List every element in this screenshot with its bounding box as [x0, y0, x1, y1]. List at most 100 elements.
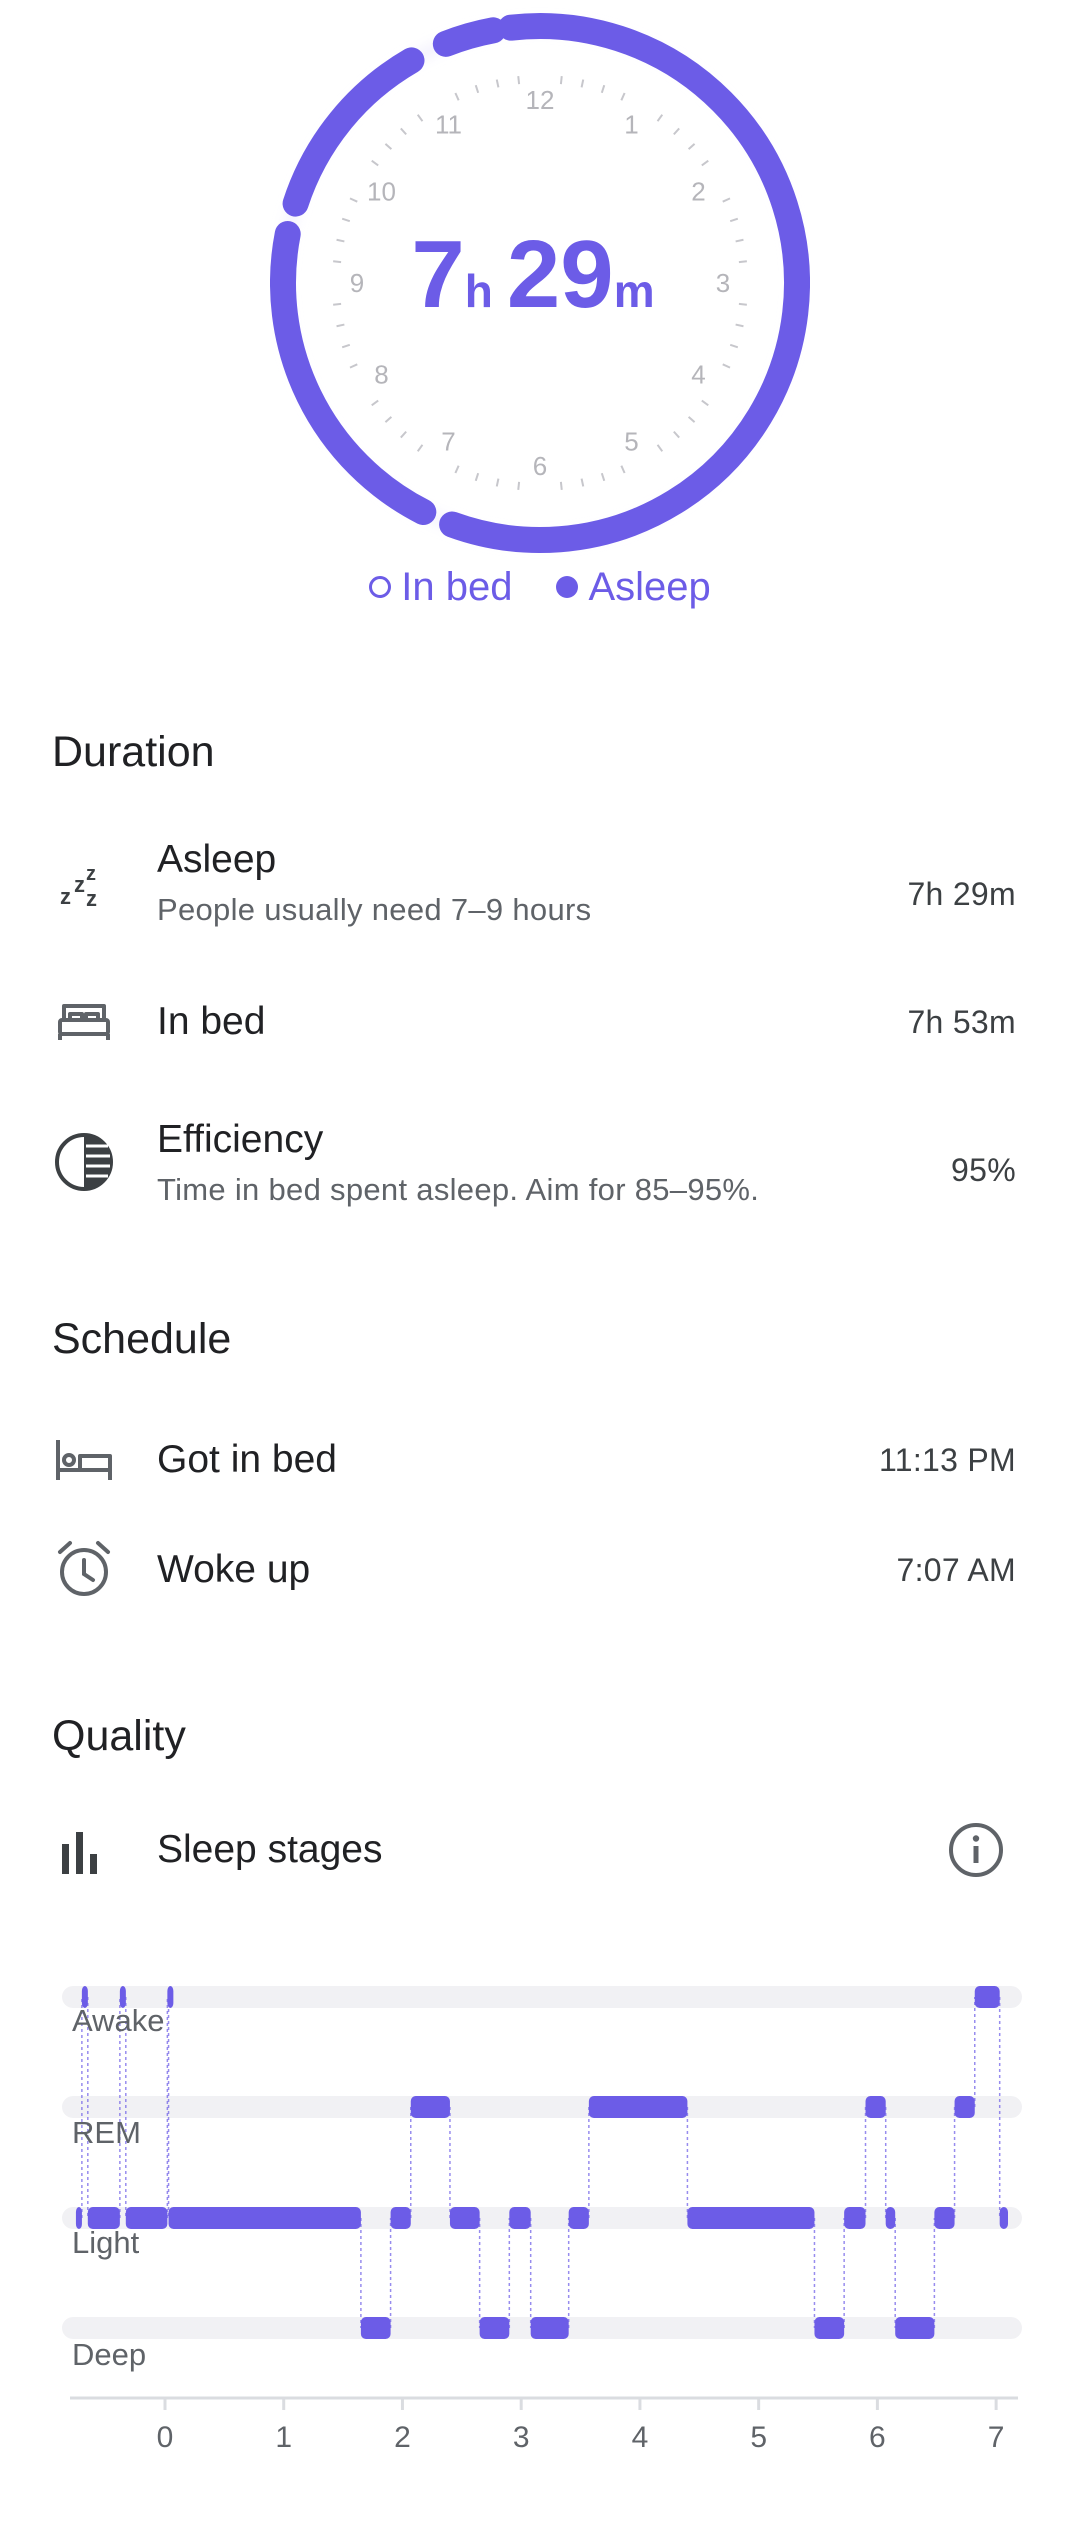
asleep-row[interactable]: z z z z Asleep People usually need 7–9 h…	[0, 830, 1080, 950]
clock-tick	[722, 197, 731, 203]
stage-segment-deep	[814, 2317, 845, 2339]
clock-tick	[384, 416, 393, 423]
bar-chart-icon	[62, 1832, 97, 1874]
clock-tick	[517, 76, 521, 85]
track-awake	[62, 1986, 1022, 2008]
minutes-unit: m	[613, 265, 655, 317]
clock-tick	[701, 159, 709, 167]
duration-title: Duration	[52, 728, 215, 776]
clock-number: 4	[691, 360, 705, 390]
asleep-legend-icon	[556, 576, 579, 599]
clock-number: 2	[691, 177, 705, 207]
got-in-bed-row[interactable]: Got in bed 11:13 PM	[0, 1410, 1080, 1510]
asleep-arc	[432, 17, 507, 57]
clock-tick	[416, 444, 424, 452]
clock-tick	[600, 84, 606, 94]
bed-icon	[58, 1004, 110, 1040]
svg-text:z: z	[86, 886, 97, 911]
efficiency-row[interactable]: Efficiency Time in bed spent asleep. Aim…	[0, 1090, 1080, 1220]
clock-tick	[673, 430, 680, 439]
stage-segment-deep	[360, 2317, 391, 2339]
stage-segment-rem	[588, 2096, 688, 2118]
zzz-icon: z z z z	[60, 863, 97, 911]
clock-number: 8	[374, 360, 388, 390]
efficiency-value: 95%	[951, 1152, 1016, 1188]
stage-segment-light	[999, 2207, 1008, 2229]
x-tick-label: 6	[869, 2421, 886, 2454]
clock-tick	[580, 79, 585, 88]
x-tick-label: 4	[632, 2421, 649, 2454]
hours-unit: h	[464, 265, 493, 317]
x-tick-label: 5	[750, 2421, 767, 2454]
clock-tick	[474, 84, 480, 94]
clock-tick	[722, 363, 731, 369]
svg-text:z: z	[60, 884, 71, 909]
clock-tick	[673, 127, 680, 136]
clock-tick	[687, 143, 696, 150]
stage-segment-light	[509, 2207, 531, 2229]
clock-tick	[371, 159, 379, 167]
schedule-title: Schedule	[52, 1315, 232, 1363]
svg-text:z: z	[86, 863, 96, 885]
asleep-legend-label: Asleep	[588, 564, 711, 609]
clock-tick	[416, 114, 424, 122]
clock-number: 7	[441, 426, 455, 456]
in-bed-legend-icon	[369, 576, 392, 599]
woke-up-label: Woke up	[157, 1548, 311, 1591]
stage-label-rem: REM	[72, 2115, 141, 2150]
stage-segment-light	[568, 2207, 589, 2229]
bed-icon	[56, 1440, 112, 1480]
quality-title: Quality	[52, 1712, 186, 1760]
total-sleep-time: 7h 29m	[270, 220, 810, 330]
stage-segment-light	[687, 2207, 815, 2229]
efficiency-label: Efficiency	[157, 1118, 324, 1161]
sleep-stages-row: Sleep stages	[0, 1800, 1080, 1900]
x-tick-label: 7	[988, 2421, 1005, 2454]
clock-number: 6	[533, 451, 547, 481]
clock-tick	[349, 197, 358, 203]
stage-segment-light	[885, 2207, 896, 2229]
stage-segment-awake	[974, 1986, 1000, 2008]
stage-segment-awake	[167, 1986, 174, 2008]
asleep-description: People usually need 7–9 hours	[157, 892, 592, 927]
clock-tick	[701, 399, 709, 407]
clock-tick	[656, 444, 664, 452]
half-circle-icon	[55, 1133, 113, 1191]
info-icon[interactable]	[946, 1820, 1006, 1880]
clock-tick	[400, 430, 407, 439]
clock-tick	[656, 114, 664, 122]
in-bed-label: In bed	[157, 1000, 266, 1043]
asleep-label: Asleep	[157, 838, 277, 881]
clock-tick	[454, 92, 460, 101]
x-tick-label: 2	[394, 2421, 411, 2454]
clock-tick	[384, 143, 393, 150]
efficiency-description: Time in bed spent asleep. Aim for 85–95%…	[157, 1172, 760, 1207]
clock-tick	[559, 481, 563, 490]
got-in-bed-value: 11:13 PM	[879, 1442, 1016, 1478]
clock-tick	[620, 92, 626, 101]
x-tick-label: 3	[513, 2421, 530, 2454]
got-in-bed-label: Got in bed	[157, 1438, 337, 1481]
stage-segment-light	[449, 2207, 480, 2229]
stage-segment-rem	[954, 2096, 975, 2118]
stage-label-deep: Deep	[72, 2337, 147, 2372]
stage-segment-deep	[479, 2317, 510, 2339]
clock-tick	[600, 472, 606, 482]
asleep-value: 7h 29m	[907, 876, 1016, 912]
clock-tick	[349, 363, 358, 369]
alarm-clock-icon	[58, 1541, 110, 1596]
x-tick-label: 1	[275, 2421, 292, 2454]
sleep-stages-label: Sleep stages	[157, 1828, 383, 1871]
minutes-value: 29	[506, 221, 614, 328]
in-bed-row[interactable]: In bed 7h 53m	[0, 980, 1080, 1080]
clock-number: 5	[624, 426, 638, 456]
clock-tick	[400, 127, 407, 136]
stage-segment-light	[934, 2207, 955, 2229]
clock-legend: In bed Asleep	[0, 563, 1080, 610]
clock-number: 1	[624, 110, 638, 140]
clock-tick	[495, 478, 500, 487]
clock-tick	[474, 472, 480, 482]
woke-up-row[interactable]: Woke up 7:07 AM	[0, 1520, 1080, 1620]
stage-segment-light	[168, 2207, 361, 2229]
stage-segment-rem	[865, 2096, 886, 2118]
